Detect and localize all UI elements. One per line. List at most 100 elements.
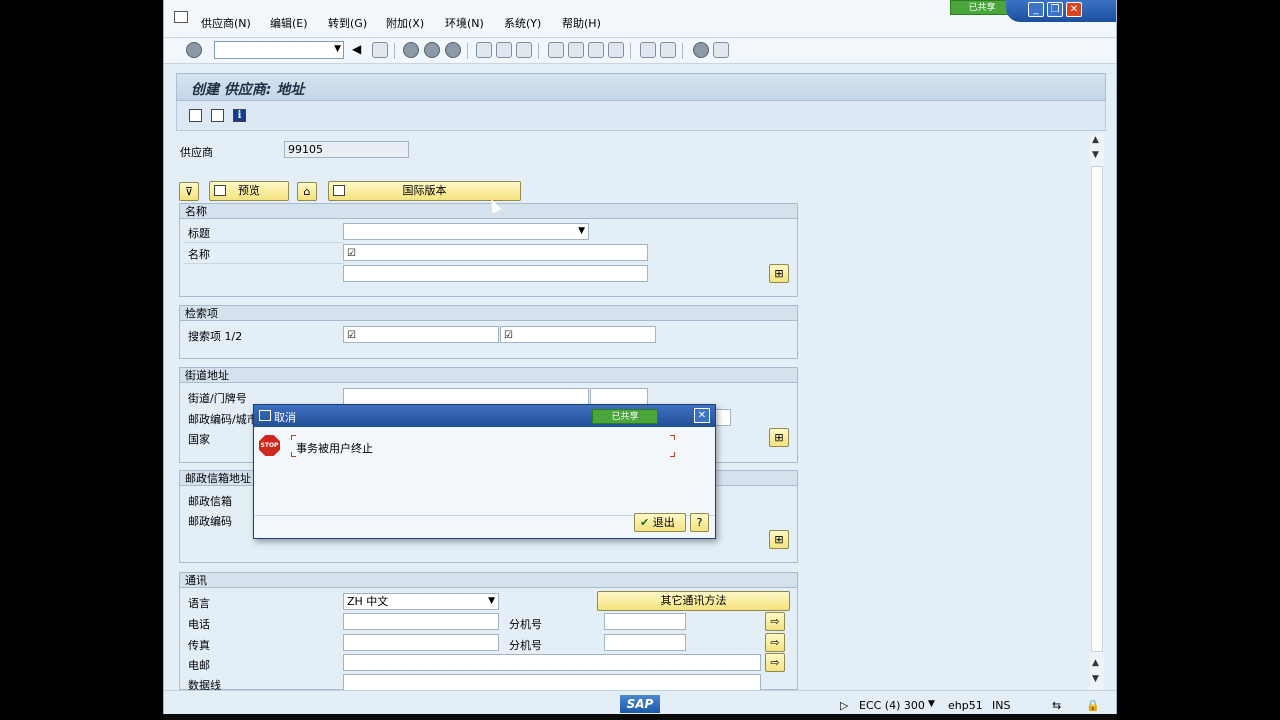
system-info[interactable]: ECC (4) 300 [859,699,925,712]
email-label: 电邮 [188,659,210,672]
scroll-down-icon[interactable]: ▼ [1092,150,1099,160]
name-field-2[interactable] [343,265,648,282]
next-page-icon[interactable] [588,42,604,58]
fax-field[interactable] [343,634,499,651]
help-icon[interactable]: ? [690,513,709,532]
cancel-icon[interactable] [445,42,461,58]
collapse-icon[interactable]: ⊽ [179,182,199,201]
phone-ext-label: 分机号 [509,618,542,631]
scrollbar-track[interactable] [1091,166,1103,652]
menu-help[interactable]: 帮助(H) [562,15,601,31]
info-icon[interactable]: i [233,109,246,122]
dataline-field[interactable] [343,674,761,691]
screen-title-bar: 创建 供应商: 地址 [176,73,1106,101]
insert-mode[interactable]: INS [992,699,1010,712]
chevron-down-icon[interactable]: ▼ [488,594,495,609]
map-icon[interactable]: ⌂ [297,182,317,201]
language-label: 语言 [188,597,210,610]
shortcut-icon[interactable] [660,42,676,58]
name-label: 名称 [188,248,210,261]
other-comm-button[interactable]: 其它通讯方法 [597,591,790,611]
name-field-1[interactable]: ☑ [343,244,648,261]
first-page-icon[interactable] [548,42,564,58]
other-vendor-icon[interactable] [189,109,202,122]
search-term-1-field[interactable]: ☑ [343,326,499,343]
minimize-icon[interactable]: _ [1028,2,1044,17]
next-screen-icon[interactable] [211,109,224,122]
fax-ext-label: 分机号 [509,639,542,652]
shared-badge: 已共享 [950,0,1014,15]
menu-screen-icon[interactable] [174,11,188,23]
stop-icon: STOP [259,435,280,456]
exit-button[interactable]: ✔ 退出 [634,513,686,532]
country-label: 国家 [188,433,210,446]
fax-label: 传真 [188,639,210,652]
standard-toolbar: ▼ ◀ [164,38,1116,64]
new-session-icon[interactable] [640,42,656,58]
close-icon[interactable]: ✕ [694,408,710,423]
application-toolbar: i [176,101,1106,131]
back-icon[interactable] [403,42,419,58]
required-check-icon: ☑ [347,330,356,341]
status-expand-icon[interactable]: ▷ [840,699,848,712]
phone-field[interactable] [343,613,499,630]
exit-button-label: 退出 [652,516,675,529]
sap-logo: SAP [620,695,660,713]
find-icon[interactable] [496,42,512,58]
row-divider [184,263,344,264]
find-next-icon[interactable] [516,42,532,58]
close-icon[interactable]: ✕ [1066,2,1082,17]
save-icon[interactable] [372,42,388,58]
back-arrow-icon[interactable]: ◀ [352,42,368,58]
more-fields-icon[interactable]: ⊞ [769,530,789,549]
help-icon[interactable] [693,42,709,58]
scroll-up-icon[interactable]: ▲ [1092,658,1099,668]
house-number-field[interactable] [590,388,648,405]
search-term-2-field[interactable]: ☑ [500,326,656,343]
row-divider [184,242,344,243]
chevron-down-icon[interactable]: ▼ [334,44,341,54]
menu-edit[interactable]: 编辑(E) [270,15,308,31]
email-field[interactable] [343,654,761,671]
focus-corner [670,435,675,440]
menu-vendor[interactable]: 供应商(N) [201,15,251,31]
last-page-icon[interactable] [608,42,624,58]
phone-ext-field[interactable] [604,613,686,630]
scroll-down-icon[interactable]: ▼ [1092,674,1099,684]
fax-ext-field[interactable] [604,634,686,651]
vendor-label: 供应商 [180,146,213,159]
enter-icon[interactable] [186,42,202,58]
preview-button[interactable]: 预览 [209,181,289,201]
street-field[interactable] [343,388,589,405]
layout-menu-icon[interactable] [713,42,729,58]
more-fields-icon[interactable]: ⊞ [769,428,789,447]
menu-bar: 供应商(N) 编辑(E) 转到(G) 附加(X) 环境(N) 系统(Y) 帮助(… [164,0,1116,38]
scroll-up-icon[interactable]: ▲ [1092,135,1099,145]
dialog-shared-badge: 已共享 [592,409,658,424]
toolbar-divider [538,43,539,59]
language-dropdown[interactable]: ZH 中文 ▼ [343,593,499,610]
previous-page-icon[interactable] [568,42,584,58]
required-check-icon: ☑ [347,248,356,259]
checkmark-icon: ✔ [640,516,650,529]
cancel-dialog: 取消 已共享 ✕ STOP 事务被用户终止 ✔ 退出 ? [253,404,716,539]
menu-goto[interactable]: 转到(G) [328,15,367,31]
arrow-right-icon[interactable]: ⇨ [765,633,785,652]
menu-extras[interactable]: 附加(X) [386,15,424,31]
title-dropdown[interactable]: ▼ [343,223,589,240]
restore-icon[interactable]: ❐ [1047,2,1063,17]
arrow-right-icon[interactable]: ⇨ [765,653,785,672]
vertical-scrollbar[interactable]: ▲ ▼ ▲ ▼ [1090,134,1104,690]
menu-system[interactable]: 系统(Y) [504,15,541,31]
menu-environment[interactable]: 环境(N) [445,15,484,31]
chevron-down-icon[interactable]: ▼ [578,224,585,239]
connection-icon: ⇆ [1052,699,1062,712]
command-field[interactable]: ▼ [214,41,344,59]
window-controls: _ ❐ ✕ [1006,0,1116,22]
more-fields-icon[interactable]: ⊞ [769,264,789,283]
print-icon[interactable] [476,42,492,58]
toolbar-divider [394,43,395,59]
exit-icon[interactable] [424,42,440,58]
chevron-down-icon[interactable]: ▼ [928,699,935,709]
arrow-right-icon[interactable]: ⇨ [765,612,785,631]
